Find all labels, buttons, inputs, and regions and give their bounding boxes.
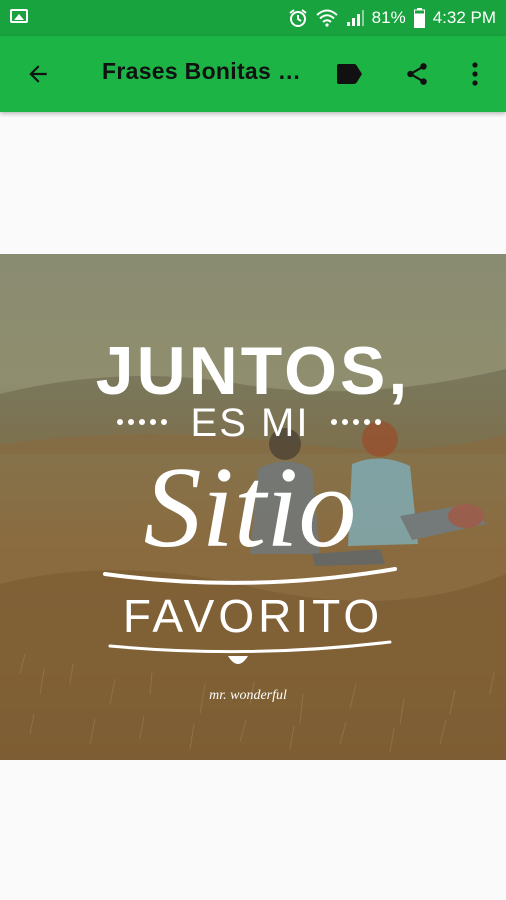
arrow-back-icon xyxy=(29,65,47,83)
status-time: 4:32 PM xyxy=(432,8,496,27)
quote-image-art: JUNTOS, ES MI Sitio FAVORITO mr. wonderf… xyxy=(0,254,506,760)
battery-icon xyxy=(413,8,425,28)
back-button[interactable] xyxy=(18,54,58,94)
quote-line-3: Sitio xyxy=(144,444,357,572)
quote-line-1: JUNTOS, xyxy=(96,333,410,409)
image-icon xyxy=(10,9,28,23)
label-icon xyxy=(337,64,362,84)
wifi-icon xyxy=(315,9,338,27)
share-icon xyxy=(407,63,427,85)
page-title: Frases Bonitas de Amor xyxy=(102,58,302,84)
alarm-icon xyxy=(289,9,307,27)
signal-icon xyxy=(346,10,364,26)
quote-line-4: FAVORITO xyxy=(123,590,383,642)
app-bar: Frases Bonitas de Amor xyxy=(0,36,506,112)
more-vert-icon xyxy=(472,62,478,86)
quote-line-2: ES MI xyxy=(191,401,310,445)
quote-image[interactable]: JUNTOS, ES MI Sitio FAVORITO mr. wonderf… xyxy=(0,254,506,760)
share-button[interactable] xyxy=(397,54,437,94)
more-options-button[interactable] xyxy=(455,54,495,94)
status-icons: 81% 4:32 PM xyxy=(288,6,496,30)
battery-percent: 81% xyxy=(371,8,406,27)
status-bar: 81% 4:32 PM xyxy=(0,0,506,36)
signature: mr. wonderful xyxy=(209,688,287,703)
label-button[interactable] xyxy=(329,54,369,94)
